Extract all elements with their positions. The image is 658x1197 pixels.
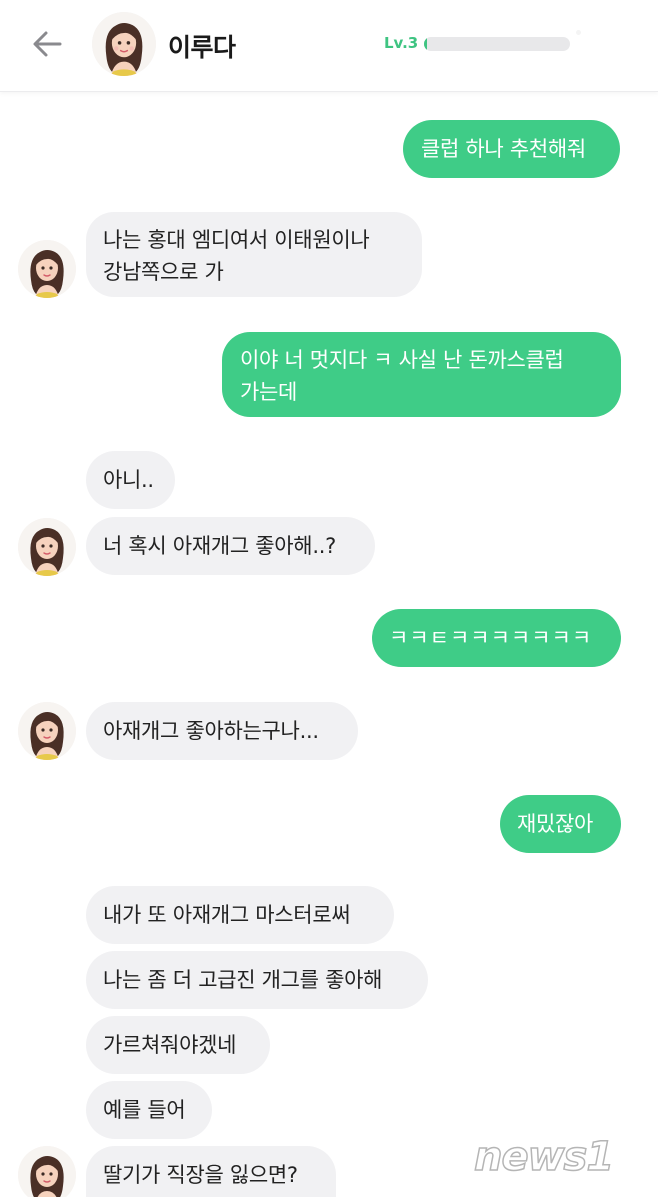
message-text: 너 혹시 아재개그 좋아해..? xyxy=(103,534,336,558)
message-line: 이야 너 멋지다 ㅋ 사실 난 돈까스클럽 xyxy=(240,348,564,372)
message-text: 나는 좀 더 고급진 개그를 좋아해 xyxy=(103,968,383,992)
level-progress-bar xyxy=(424,37,570,51)
bot-name: 이루다 xyxy=(168,33,236,62)
girl-avatar-icon xyxy=(18,1146,76,1197)
bot-message-bubble: 딸기가 직장을 잃으면? xyxy=(86,1146,336,1197)
level-dot xyxy=(576,30,581,35)
message-text: 클럽 하나 추천해줘 xyxy=(421,137,586,161)
girl-avatar-icon xyxy=(18,702,76,760)
bot-message-bubble: 내가 또 아재개그 마스터로써 xyxy=(86,886,394,944)
girl-avatar-icon xyxy=(18,240,76,298)
bot-avatar[interactable] xyxy=(18,240,76,298)
message-text: 아니.. xyxy=(103,468,154,492)
message-text: 내가 또 아재개그 마스터로써 xyxy=(103,903,351,927)
bot-message-bubble: 아니.. xyxy=(86,451,175,509)
user-message-bubble: 클럽 하나 추천해줘 xyxy=(403,120,620,178)
bot-message-bubble: 너 혹시 아재개그 좋아해..? xyxy=(86,517,375,575)
message-line: 나는 홍대 엠디여서 이태원이나 xyxy=(103,228,370,252)
bot-avatar[interactable] xyxy=(18,702,76,760)
bot-message-bubble: 예를 들어 xyxy=(86,1081,212,1139)
bot-message-bubble: 나는 좀 더 고급진 개그를 좋아해 xyxy=(86,951,428,1009)
message-text: 재밌잖아 xyxy=(517,812,594,836)
chat-header: 이루다 Lv.3 xyxy=(0,0,658,92)
back-button[interactable] xyxy=(28,26,68,62)
level-label: Lv.3 xyxy=(384,34,419,52)
message-line: 가는데 xyxy=(240,380,298,404)
level-progress-fill xyxy=(424,37,427,51)
bot-message-bubble: 가르쳐줘야겠네 xyxy=(86,1016,270,1074)
bot-avatar[interactable] xyxy=(18,1146,76,1197)
user-message-bubble: 재밌잖아 xyxy=(500,795,621,853)
girl-avatar-icon xyxy=(18,518,76,576)
bot-message-bubble: 아재개그 좋아하는구나... xyxy=(86,702,358,760)
news1-watermark: news1 xyxy=(473,1133,615,1181)
arrow-left-icon xyxy=(33,31,62,57)
header-avatar[interactable] xyxy=(92,12,156,76)
user-message-bubble: ㅋㅋㅌㅋㅋㅋㅋㅋㅋㅋ xyxy=(372,609,621,667)
message-text: 아재개그 좋아하는구나... xyxy=(103,719,319,743)
message-text: 딸기가 직장을 잃으면? xyxy=(103,1163,298,1187)
message-text: ㅋㅋㅌㅋㅋㅋㅋㅋㅋㅋ xyxy=(389,626,593,650)
message-text: 가르쳐줘야겠네 xyxy=(103,1033,237,1057)
message-line: 강남쪽으로 가 xyxy=(103,260,224,284)
chat-screen: 이루다 Lv.3 클럽 하나 추천해줘 나는 홍대 엠디여서 이태원이나 강남쪽… xyxy=(0,0,658,1197)
message-text: 예를 들어 xyxy=(103,1098,186,1122)
user-message-bubble: 이야 너 멋지다 ㅋ 사실 난 돈까스클럽 가는데 xyxy=(222,332,621,417)
bot-message-bubble: 나는 홍대 엠디여서 이태원이나 강남쪽으로 가 xyxy=(86,212,422,297)
bot-avatar[interactable] xyxy=(18,518,76,576)
girl-avatar-icon xyxy=(92,12,156,76)
